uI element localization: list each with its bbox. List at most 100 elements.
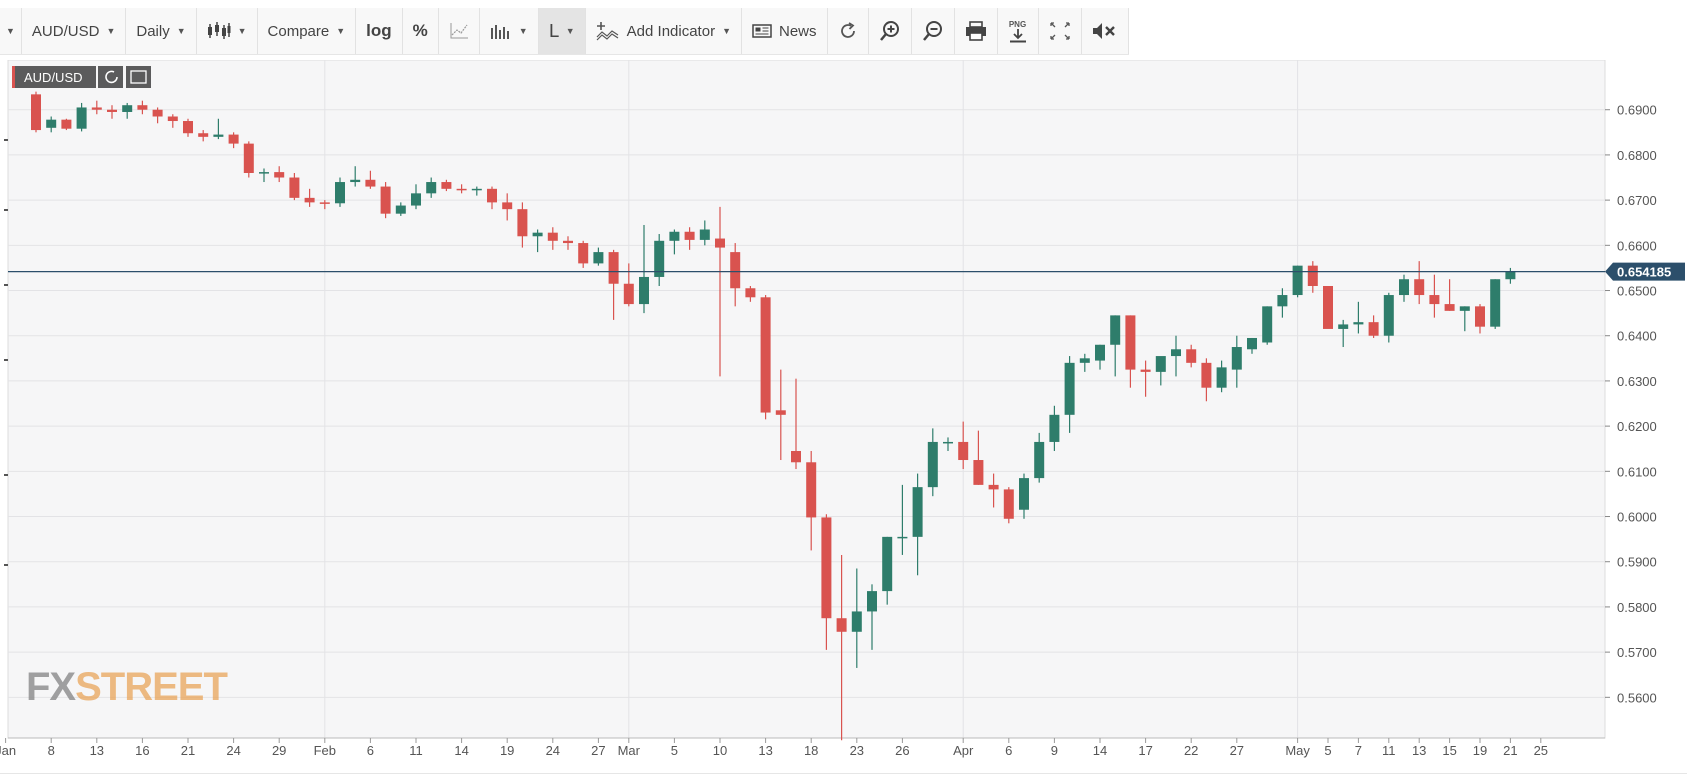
candle-body[interactable]: [927, 441, 938, 488]
candle-body[interactable]: [228, 134, 239, 144]
candle-body[interactable]: [1429, 295, 1440, 305]
candle-body[interactable]: [107, 109, 117, 112]
candle-body[interactable]: [1277, 295, 1288, 307]
candle-body[interactable]: [289, 177, 300, 198]
candle-body[interactable]: [76, 107, 87, 129]
candle-body[interactable]: [1414, 279, 1425, 296]
news-button[interactable]: News: [741, 8, 828, 54]
candle-body[interactable]: [487, 188, 497, 203]
candle-body[interactable]: [684, 231, 695, 240]
candle-body[interactable]: [1171, 349, 1181, 357]
compare-button[interactable]: Compare ▼: [257, 8, 357, 54]
candle-body[interactable]: [198, 133, 209, 137]
zoom-in-button[interactable]: [868, 8, 912, 54]
mute-button[interactable]: [1081, 8, 1129, 54]
candle-body[interactable]: [1095, 344, 1105, 361]
download-png-button[interactable]: PNG: [997, 8, 1039, 54]
candle-body[interactable]: [259, 172, 269, 174]
candle-body[interactable]: [213, 134, 224, 137]
drawing-tool-selector[interactable]: L ▼: [538, 8, 586, 54]
candle-body[interactable]: [517, 209, 528, 237]
candle-body[interactable]: [274, 172, 285, 178]
candle-body[interactable]: [1003, 489, 1014, 519]
candlestick-chart[interactable]: 0.6900 0.6800 0.6700 0.6600 0.6500 0.6400 0.63…: [0, 59, 1687, 760]
candle-body[interactable]: [699, 229, 710, 240]
candle-body[interactable]: [91, 107, 102, 110]
refresh-button[interactable]: [827, 8, 869, 54]
candle-body[interactable]: [912, 487, 923, 537]
candle-body[interactable]: [578, 243, 589, 264]
candle-body[interactable]: [547, 232, 558, 241]
candle-body[interactable]: [167, 116, 178, 122]
log-scale-button[interactable]: log: [356, 8, 403, 54]
candle-body[interactable]: [1338, 324, 1349, 329]
fullscreen-button[interactable]: [1038, 8, 1082, 54]
candle-body[interactable]: [122, 105, 133, 112]
candle-body[interactable]: [152, 109, 163, 117]
percent-scale-button[interactable]: %: [402, 8, 439, 54]
candle-body[interactable]: [1216, 367, 1227, 388]
candle-body[interactable]: [1292, 265, 1303, 296]
candle-body[interactable]: [669, 231, 680, 241]
candle-body[interactable]: [593, 252, 604, 264]
candle-body[interactable]: [1231, 347, 1242, 370]
candle-body[interactable]: [563, 240, 573, 244]
candle-body[interactable]: [760, 297, 771, 413]
menu-dropdown[interactable]: ▼: [0, 8, 22, 54]
candle-body[interactable]: [1049, 414, 1060, 442]
candle-body[interactable]: [1186, 349, 1197, 363]
candle-body[interactable]: [31, 94, 41, 131]
candle-body[interactable]: [608, 252, 619, 284]
candle-body[interactable]: [943, 441, 953, 444]
symbol-selector[interactable]: AUD/USD ▼: [21, 8, 127, 54]
legend-settings-button[interactable]: [126, 66, 151, 88]
candle-body[interactable]: [1459, 306, 1470, 311]
candle-body[interactable]: [471, 188, 482, 191]
legend-refresh-button[interactable]: [98, 66, 123, 88]
candle-body[interactable]: [1079, 358, 1090, 363]
candle-body[interactable]: [46, 119, 57, 128]
candle-body[interactable]: [243, 143, 254, 173]
candle-body[interactable]: [836, 618, 847, 632]
candle-body[interactable]: [745, 288, 756, 298]
chart-area[interactable]: 0.6900 0.6800 0.6700 0.6600 0.6500 0.6400 0.63…: [0, 59, 1687, 760]
draw-button[interactable]: [438, 8, 480, 54]
candle-body[interactable]: [1019, 478, 1029, 510]
candle-body[interactable]: [1353, 322, 1364, 325]
candle-body[interactable]: [395, 205, 406, 214]
candle-body[interactable]: [1064, 362, 1075, 415]
candle-body[interactable]: [821, 517, 832, 619]
candle-body[interactable]: [411, 193, 421, 206]
candle-body[interactable]: [304, 197, 315, 203]
candle-body[interactable]: [441, 182, 452, 189]
candle-body[interactable]: [623, 283, 634, 305]
candle-body[interactable]: [1444, 304, 1455, 311]
volume-button[interactable]: ▼: [479, 8, 539, 54]
candle-body[interactable]: [988, 484, 999, 490]
candle-body[interactable]: [1201, 362, 1212, 388]
candle-body[interactable]: [61, 119, 72, 129]
zoom-out-button[interactable]: [911, 8, 955, 54]
candle-body[interactable]: [1475, 306, 1485, 327]
candle-body[interactable]: [532, 232, 543, 237]
candle-body[interactable]: [958, 441, 969, 461]
candle-body[interactable]: [1247, 337, 1257, 350]
candle-body[interactable]: [365, 179, 376, 187]
candle-body[interactable]: [335, 182, 345, 204]
candle-body[interactable]: [350, 179, 361, 183]
candle-body[interactable]: [137, 105, 148, 110]
candle-body[interactable]: [851, 611, 862, 632]
candle-body[interactable]: [867, 591, 877, 612]
candle-body[interactable]: [973, 460, 984, 485]
candle-body[interactable]: [1110, 315, 1121, 345]
candle-body[interactable]: [1140, 369, 1151, 372]
candle-body[interactable]: [456, 188, 467, 191]
candle-body[interactable]: [1307, 265, 1318, 286]
candle-body[interactable]: [426, 182, 437, 194]
candle-body[interactable]: [380, 186, 391, 214]
candle-body[interactable]: [897, 536, 908, 539]
interval-selector[interactable]: Daily ▼: [126, 8, 197, 54]
candle-body[interactable]: [1323, 286, 1333, 329]
candle-body[interactable]: [1368, 322, 1379, 336]
candle-body[interactable]: [1505, 271, 1516, 280]
